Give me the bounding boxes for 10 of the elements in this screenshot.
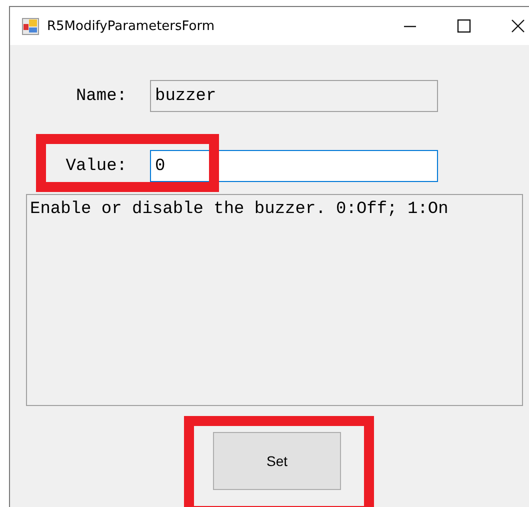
field-label: Name: — [74, 86, 127, 106]
set-button[interactable]: Set — [213, 432, 341, 490]
description-text: Enable or disable the buzzer. 0:Off; 1:On — [30, 200, 448, 219]
maximize-icon[interactable] — [457, 19, 471, 33]
field-label: Value: — [64, 156, 127, 176]
readonly-field[interactable]: buzzer — [150, 80, 438, 112]
window-title: R5ModifyParametersForm — [47, 18, 215, 34]
input-field[interactable]: 0 — [150, 150, 438, 182]
close-icon[interactable] — [511, 19, 525, 33]
app-icon — [22, 18, 39, 34]
